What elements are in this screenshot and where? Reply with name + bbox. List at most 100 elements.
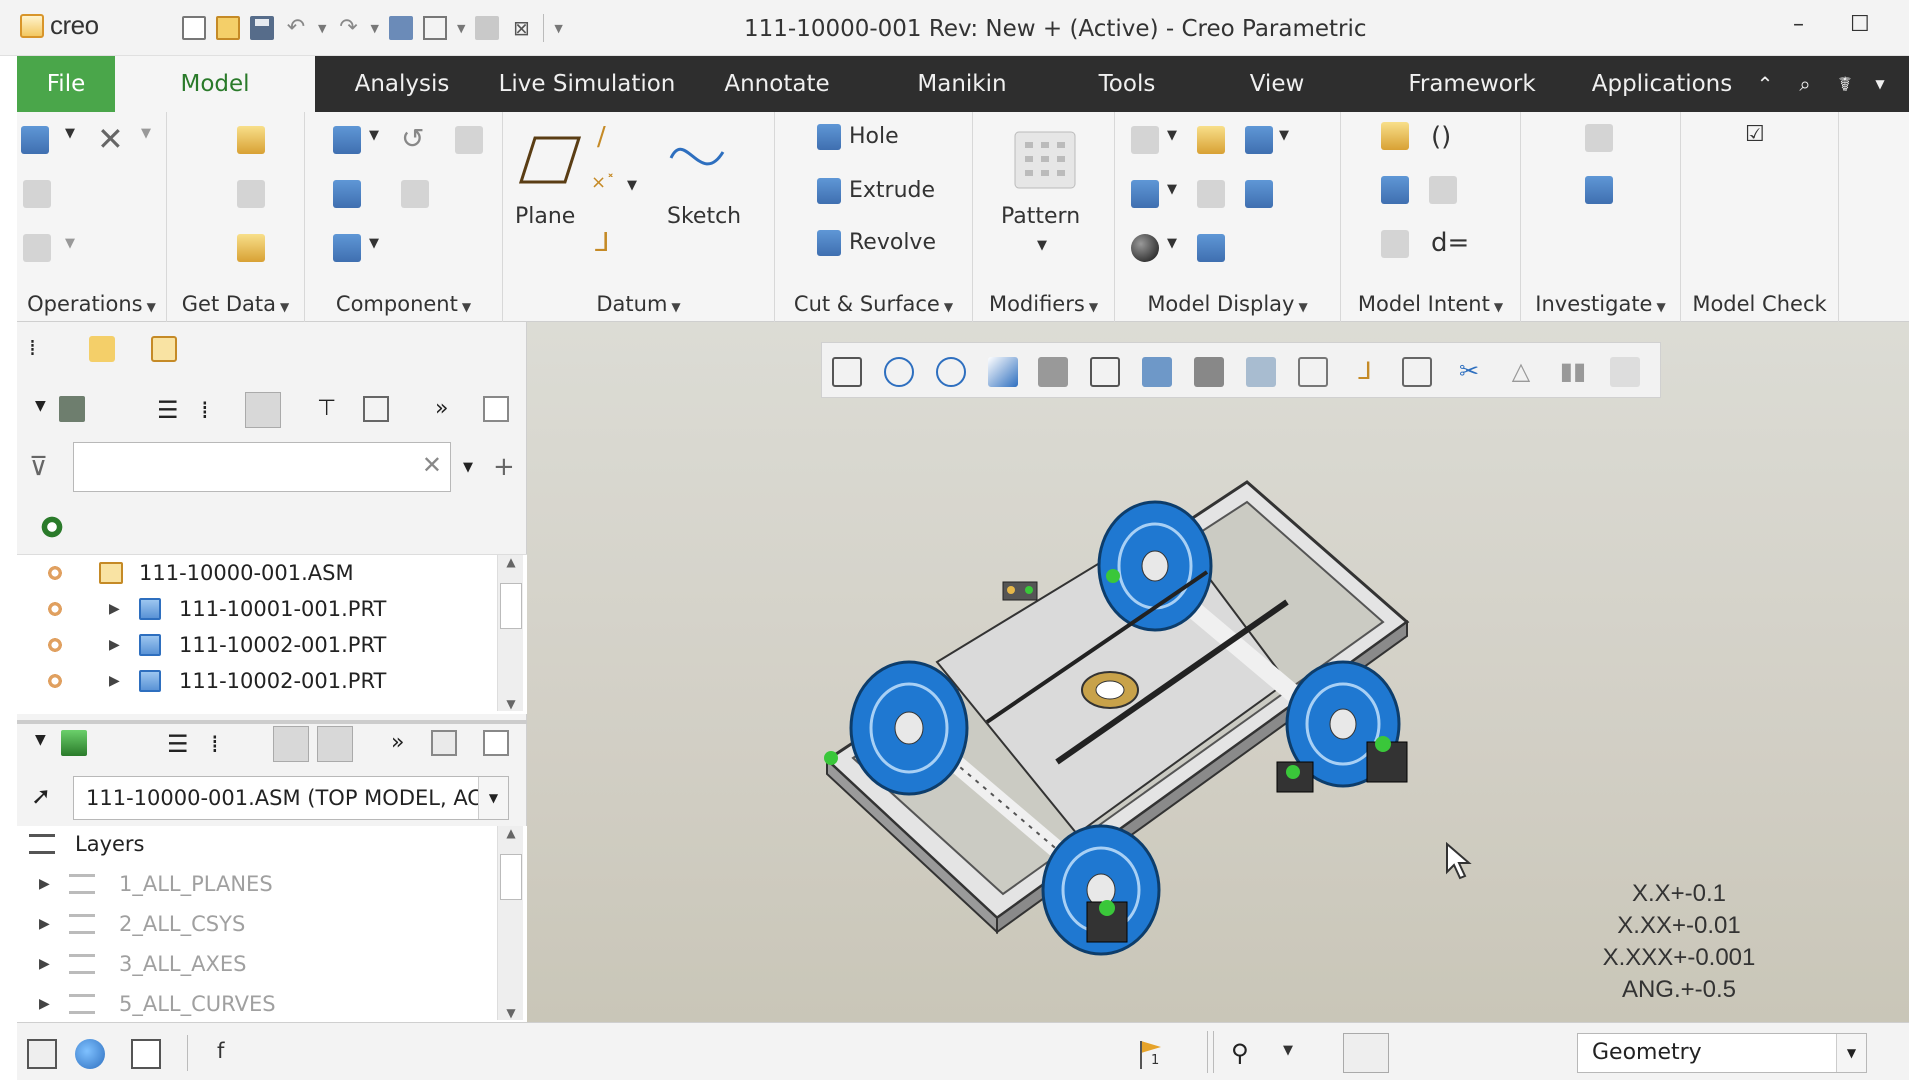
section-view-icon[interactable] <box>1298 357 1328 387</box>
regenerate-dropdown-icon[interactable]: ▼ <box>65 126 75 141</box>
model-tree-tab-icon[interactable]: ⁞ <box>29 336 55 362</box>
add-filter-icon[interactable]: + <box>493 452 519 482</box>
model-tree-search-input[interactable]: ✕ <box>73 442 451 492</box>
component-operations-dropdown-icon[interactable]: ▼ <box>369 236 379 251</box>
tab-framework[interactable]: Framework <box>1377 56 1567 112</box>
extrude-button[interactable]: Extrude <box>849 178 935 203</box>
assemble-dropdown-icon[interactable]: ▼ <box>369 128 379 143</box>
point-icon[interactable]: ×˟ <box>591 172 615 193</box>
more-icon[interactable]: » <box>435 396 461 422</box>
delete-icon[interactable]: ✕ <box>97 120 124 158</box>
revolve-button[interactable]: Revolve <box>849 230 936 255</box>
tab-annotate[interactable]: Annotate <box>697 56 857 112</box>
active-model-dropdown-icon[interactable]: ▼ <box>478 777 508 819</box>
scroll-up-icon[interactable]: ▲ <box>498 826 524 840</box>
graphics-window[interactable]: ⅃ ✂ △ ▮▮ X.X+-0.1 X.XX+-0.01 X.XXX+-0.00… <box>527 322 1909 1022</box>
switch-dimensions-icon[interactable] <box>1381 176 1409 204</box>
reference-viewer-icon[interactable] <box>1585 176 1613 204</box>
tree-item-part[interactable]: ▶ 111-10002-001.PRT <box>17 627 487 663</box>
scroll-thumb[interactable] <box>500 583 522 629</box>
collapse-ribbon-icon[interactable]: ⌃ <box>1745 56 1785 112</box>
group-label-operations[interactable]: Operations ▼ <box>17 292 166 316</box>
point-dropdown-icon[interactable]: ▼ <box>627 178 637 193</box>
tab-view[interactable]: View <box>1207 56 1347 112</box>
group-label-get-data[interactable]: Get Data ▼ <box>167 292 304 316</box>
layer-item[interactable]: ▶ 2_ALL_CSYS <box>17 906 487 942</box>
relations-table-icon[interactable] <box>1429 176 1457 204</box>
scroll-up-icon[interactable]: ▲ <box>498 555 524 569</box>
scroll-thumb[interactable] <box>500 854 522 900</box>
model-tree-scrollbar[interactable]: ▲ ▼ <box>497 555 523 711</box>
assemble-icon[interactable] <box>333 126 361 154</box>
layer-item[interactable]: ▶ 1_ALL_PLANES <box>17 866 487 902</box>
create-component-icon[interactable] <box>333 180 361 208</box>
tree-columns-icon[interactable]: ⁞ <box>201 396 227 424</box>
pattern-icon[interactable] <box>1013 130 1077 190</box>
undo-dropdown-icon[interactable]: ▼ <box>318 22 326 35</box>
group-label-component[interactable]: Component ▼ <box>305 292 502 316</box>
model-check-icon[interactable]: ☑ <box>1745 122 1765 147</box>
section-icon[interactable] <box>1131 180 1159 208</box>
tree-item-asm[interactable]: 111-10000-001.ASM <box>17 555 487 591</box>
maximize-button[interactable]: ☐ <box>1850 12 1870 37</box>
tab-manikin[interactable]: Manikin <box>887 56 1037 112</box>
favorites-tab-icon[interactable] <box>151 336 177 362</box>
user-defined-feature-icon[interactable] <box>237 126 265 154</box>
tree-filter-icon[interactable]: ⊤ <box>317 396 343 422</box>
find-icon[interactable]: ⚲ <box>1231 1039 1261 1069</box>
layer-tree-collapse-icon[interactable]: ▼ <box>35 732 61 758</box>
layer-tree-icon[interactable] <box>61 730 87 756</box>
paste-dropdown-icon[interactable]: ▼ <box>65 236 75 251</box>
saved-orientations-icon[interactable] <box>1142 357 1172 387</box>
expand-icon[interactable]: ▶ <box>109 663 120 699</box>
group-label-model-check[interactable]: Model Check <box>1681 292 1838 316</box>
datum-display-icon[interactable]: ⅃ <box>1350 357 1380 387</box>
copy-icon[interactable] <box>23 180 51 208</box>
appearance-gallery-dropdown-icon[interactable]: ▼ <box>1167 236 1177 251</box>
group-label-datum[interactable]: Datum ▼ <box>503 292 774 316</box>
selection-filter-dropdown-icon[interactable]: ▼ <box>1836 1034 1866 1072</box>
search-icon[interactable]: ⌕ <box>1785 56 1825 112</box>
redo-dropdown-icon[interactable]: ▼ <box>370 22 378 35</box>
section-dropdown-icon[interactable]: ▼ <box>1167 182 1177 197</box>
axis-icon[interactable]: / <box>597 122 606 152</box>
manage-views-icon[interactable] <box>1131 126 1159 154</box>
expand-icon[interactable]: ▶ <box>39 946 50 982</box>
tree-item-part[interactable]: ▶ 111-10002-001.PRT <box>17 663 487 699</box>
refit-icon[interactable] <box>832 357 862 387</box>
model-info-icon[interactable] <box>1585 124 1613 152</box>
close-window-icon[interactable]: ⊠ <box>509 16 533 40</box>
open-folder-icon[interactable] <box>216 16 240 40</box>
qa-customize-dropdown-icon[interactable]: ▼ <box>554 22 562 35</box>
layer-options-icon[interactable] <box>483 730 509 756</box>
expand-icon[interactable]: ▶ <box>39 906 50 942</box>
expand-icon[interactable]: ▶ <box>109 591 120 627</box>
tab-file[interactable]: File <box>17 56 115 112</box>
layer-save-status-icon[interactable] <box>431 730 457 756</box>
redo-icon[interactable]: ↷ <box>336 16 360 40</box>
regenerate-icon[interactable] <box>388 16 413 40</box>
explode-view-icon[interactable] <box>1197 180 1225 208</box>
family-table-icon[interactable] <box>1381 122 1409 150</box>
spin-center-icon[interactable]: ✂ <box>1454 357 1484 387</box>
layer-item[interactable]: ▶ 3_ALL_AXES <box>17 946 487 982</box>
sketch-icon[interactable] <box>665 128 729 184</box>
repaint-icon[interactable] <box>988 357 1018 387</box>
table-icon[interactable] <box>1381 230 1409 258</box>
pattern-button[interactable]: Pattern <box>1001 204 1080 229</box>
relations-button[interactable]: d= <box>1431 228 1469 258</box>
perspective-icon[interactable] <box>1197 126 1225 154</box>
tab-analysis[interactable]: Analysis <box>327 56 477 112</box>
tree-root-settings-icon[interactable] <box>39 514 65 540</box>
display-style-dropdown-icon[interactable]: ▼ <box>1279 128 1289 143</box>
copy-geometry-icon[interactable] <box>237 180 265 208</box>
parameters-icon[interactable]: () <box>1431 122 1451 152</box>
tab-tools[interactable]: Tools <box>1057 56 1197 112</box>
find-dropdown-icon[interactable]: ▼ <box>1283 1043 1293 1058</box>
panel-splitter[interactable] <box>17 720 527 724</box>
manage-views-dropdown-icon[interactable]: ▼ <box>1167 128 1177 143</box>
hole-button[interactable]: Hole <box>849 124 899 149</box>
group-label-modifiers[interactable]: Modifiers ▼ <box>973 292 1114 316</box>
paste-icon[interactable] <box>23 234 51 262</box>
save-icon[interactable] <box>250 16 274 40</box>
